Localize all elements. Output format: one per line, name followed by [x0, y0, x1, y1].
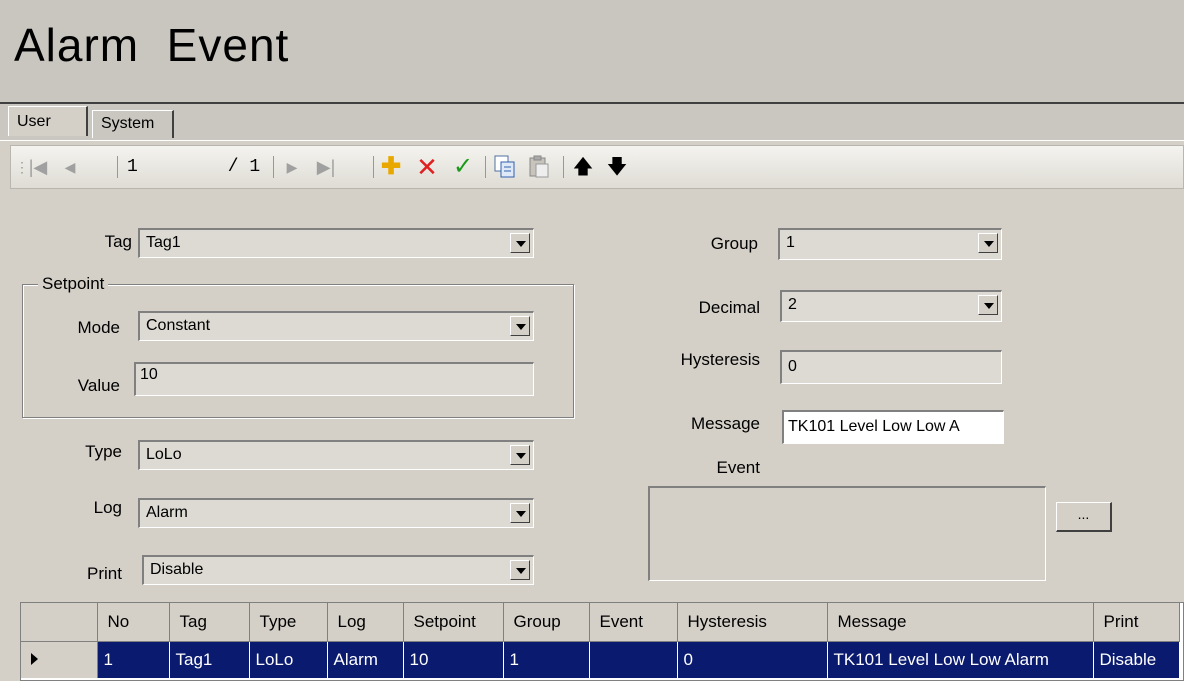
column-header-event[interactable]: Event: [589, 603, 678, 642]
last-record-icon[interactable]: ▶|: [311, 146, 341, 188]
grid-row-indicator-header: [21, 603, 98, 642]
cell-message[interactable]: TK101 Level Low Low Alarm: [827, 641, 1094, 678]
add-icon[interactable]: ✚: [377, 146, 405, 188]
chevron-down-icon[interactable]: [510, 445, 530, 465]
group-label: Group: [710, 234, 758, 253]
alarm-table: No Tag Type Log Setpoint Group Event Hys…: [21, 603, 1180, 678]
tag-select[interactable]: Tag1: [138, 228, 534, 258]
prev-record-icon[interactable]: ◀: [57, 146, 83, 188]
value-label: Value: [77, 376, 120, 395]
message-label: Message: [691, 414, 760, 433]
print-select[interactable]: Disable: [142, 555, 534, 585]
message-input[interactable]: TK101 Level Low Low A: [782, 410, 1004, 444]
cell-hysteresis[interactable]: 0: [677, 641, 828, 678]
hysteresis-value: 0: [788, 358, 797, 375]
next-record-icon[interactable]: ▶: [279, 146, 305, 188]
tab-strip: [0, 104, 1184, 141]
message-value: TK101 Level Low Low A: [788, 418, 960, 435]
type-label: Type: [85, 442, 122, 461]
copy-icon[interactable]: [491, 146, 519, 188]
first-record-icon[interactable]: |◀: [25, 146, 51, 188]
value-text: 10: [140, 366, 158, 383]
cell-print[interactable]: Disable: [1093, 641, 1180, 678]
delete-icon[interactable]: ✕: [413, 146, 441, 188]
print-value: Disable: [150, 561, 204, 578]
hysteresis-label: Hysteresis: [680, 350, 760, 369]
group-select[interactable]: 1: [778, 228, 1002, 260]
grid-header-row: No Tag Type Log Setpoint Group Event Hys…: [21, 603, 1180, 642]
decimal-label: Decimal: [698, 298, 760, 317]
cell-event[interactable]: [589, 641, 678, 678]
paste-icon[interactable]: [525, 146, 553, 188]
type-select[interactable]: LoLo: [138, 440, 534, 470]
table-row[interactable]: 1 Tag1 LoLo Alarm 10 1 0 TK101 Level Low…: [21, 641, 1180, 678]
chevron-down-icon[interactable]: [510, 503, 530, 523]
setpoint-group: [22, 284, 574, 418]
chevron-down-icon[interactable]: [978, 295, 998, 315]
chevron-down-icon[interactable]: [510, 233, 530, 253]
mode-select[interactable]: Constant: [138, 311, 534, 341]
log-select[interactable]: Alarm: [138, 498, 534, 528]
cell-setpoint[interactable]: 10: [403, 641, 504, 678]
type-value: LoLo: [146, 446, 182, 463]
alarm-grid[interactable]: No Tag Type Log Setpoint Group Event Hys…: [20, 602, 1184, 681]
record-toolbar: ⋮ |◀ ◀ 1 / 1 ▶ ▶| ✚ ✕ ✓ 🡅 🡇: [10, 145, 1184, 189]
group-value: 1: [786, 234, 795, 251]
tag-value: Tag1: [146, 234, 181, 251]
tab-system[interactable]: System: [92, 110, 174, 138]
decimal-value: 2: [788, 296, 797, 313]
column-header-type[interactable]: Type: [249, 603, 328, 642]
row-selected-arrow-icon: [21, 641, 98, 678]
log-value: Alarm: [146, 504, 188, 521]
column-header-hysteresis[interactable]: Hysteresis: [677, 603, 828, 642]
chevron-down-icon[interactable]: [510, 316, 530, 336]
chevron-down-icon[interactable]: [978, 233, 998, 253]
print-label: Print: [87, 564, 122, 583]
chevron-down-icon[interactable]: [510, 560, 530, 580]
record-number-input[interactable]: 1: [123, 146, 217, 188]
value-input[interactable]: 10: [134, 362, 534, 396]
column-header-message[interactable]: Message: [827, 603, 1094, 642]
setpoint-legend: Setpoint: [38, 274, 109, 294]
cell-tag[interactable]: Tag1: [169, 641, 250, 678]
column-header-log[interactable]: Log: [327, 603, 404, 642]
move-down-icon[interactable]: 🡇: [603, 146, 631, 188]
decimal-select[interactable]: 2: [780, 290, 1002, 322]
event-browse-button[interactable]: ...: [1056, 502, 1112, 532]
cell-group[interactable]: 1: [503, 641, 590, 678]
window-title: Alarm Event: [14, 19, 290, 71]
tag-label: Tag: [104, 232, 132, 251]
tab-user[interactable]: User: [8, 106, 88, 136]
cell-no[interactable]: 1: [97, 641, 170, 678]
mode-value: Constant: [146, 317, 211, 334]
cell-type[interactable]: LoLo: [249, 641, 328, 678]
cell-log[interactable]: Alarm: [327, 641, 404, 678]
event-label: Event: [716, 458, 760, 477]
column-header-no[interactable]: No: [97, 603, 170, 642]
record-total: / 1: [227, 157, 261, 177]
move-up-icon[interactable]: 🡅: [569, 146, 597, 188]
column-header-print[interactable]: Print: [1093, 603, 1180, 642]
log-label: Log: [93, 498, 122, 517]
event-list[interactable]: [648, 486, 1046, 581]
column-header-tag[interactable]: Tag: [169, 603, 250, 642]
column-header-group[interactable]: Group: [503, 603, 590, 642]
hysteresis-input[interactable]: 0: [780, 350, 1002, 384]
column-header-setpoint[interactable]: Setpoint: [403, 603, 504, 642]
mode-label: Mode: [77, 318, 120, 337]
toolbar-grip-icon: ⋮: [15, 159, 29, 175]
check-icon[interactable]: ✓: [449, 146, 477, 188]
